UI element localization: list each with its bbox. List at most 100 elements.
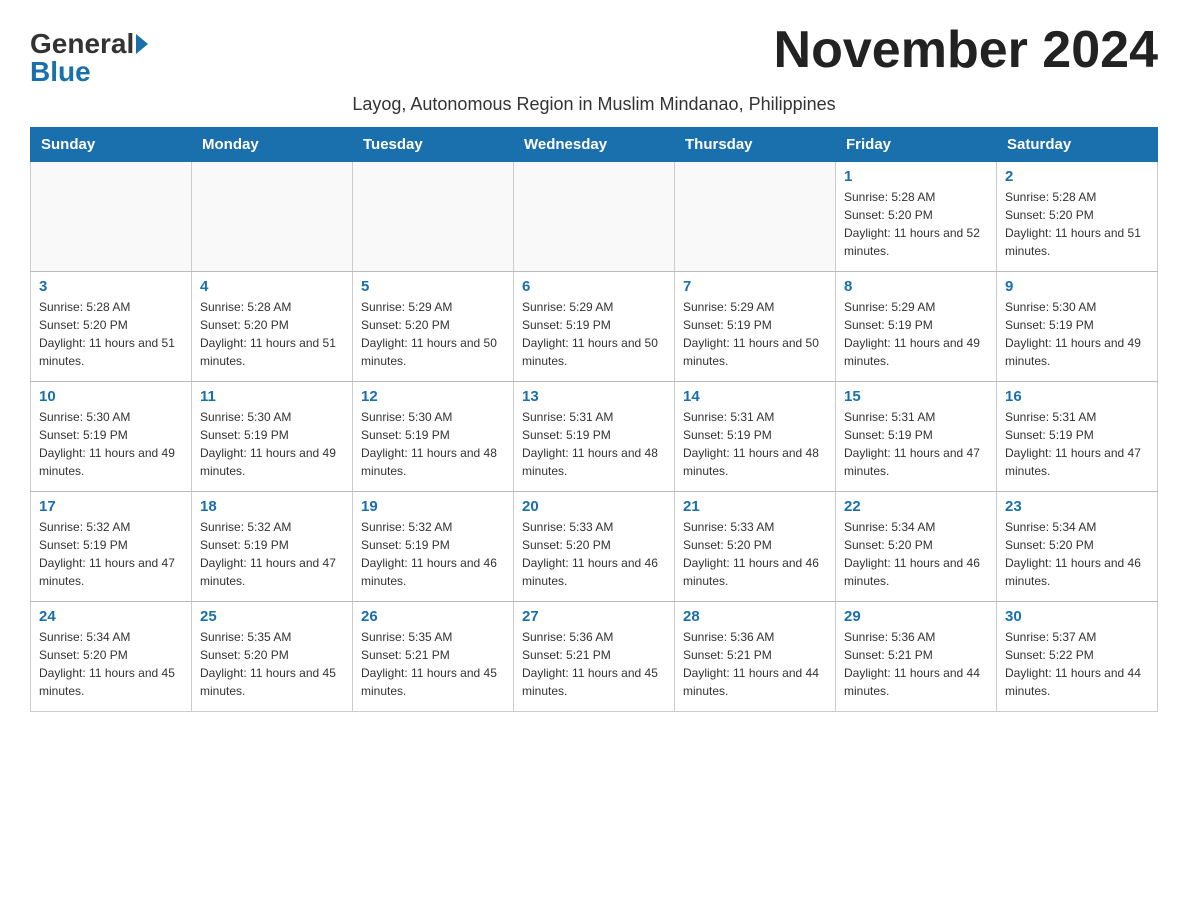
day-info: Sunrise: 5:37 AMSunset: 5:22 PMDaylight:…	[1005, 628, 1149, 700]
day-number: 28	[683, 608, 827, 625]
day-info: Sunrise: 5:34 AMSunset: 5:20 PMDaylight:…	[39, 628, 183, 700]
day-info: Sunrise: 5:35 AMSunset: 5:21 PMDaylight:…	[361, 628, 505, 700]
calendar-cell: 22 Sunrise: 5:34 AMSunset: 5:20 PMDayligh…	[836, 492, 997, 602]
day-info: Sunrise: 5:29 AMSunset: 5:19 PMDaylight:…	[683, 298, 827, 370]
calendar-cell	[514, 162, 675, 272]
day-number: 1	[844, 168, 988, 185]
day-info: Sunrise: 5:28 AMSunset: 5:20 PMDaylight:…	[200, 298, 344, 370]
calendar-cell: 17 Sunrise: 5:32 AMSunset: 5:19 PMDayligh…	[31, 492, 192, 602]
day-info: Sunrise: 5:30 AMSunset: 5:19 PMDaylight:…	[1005, 298, 1149, 370]
calendar-cell: 28 Sunrise: 5:36 AMSunset: 5:21 PMDayligh…	[675, 602, 836, 712]
page-header: General Blue November 2024	[30, 20, 1158, 86]
calendar-cell: 15 Sunrise: 5:31 AMSunset: 5:19 PMDayligh…	[836, 382, 997, 492]
day-number: 11	[200, 388, 344, 405]
calendar-cell: 20 Sunrise: 5:33 AMSunset: 5:20 PMDayligh…	[514, 492, 675, 602]
day-info: Sunrise: 5:32 AMSunset: 5:19 PMDaylight:…	[200, 518, 344, 590]
day-info: Sunrise: 5:36 AMSunset: 5:21 PMDaylight:…	[844, 628, 988, 700]
weekday-header-wednesday: Wednesday	[514, 128, 675, 162]
calendar-cell: 24 Sunrise: 5:34 AMSunset: 5:20 PMDayligh…	[31, 602, 192, 712]
calendar-cell: 25 Sunrise: 5:35 AMSunset: 5:20 PMDayligh…	[192, 602, 353, 712]
day-number: 30	[1005, 608, 1149, 625]
day-info: Sunrise: 5:30 AMSunset: 5:19 PMDaylight:…	[361, 408, 505, 480]
weekday-header-thursday: Thursday	[675, 128, 836, 162]
calendar-week-row: 3 Sunrise: 5:28 AMSunset: 5:20 PMDaylight…	[31, 272, 1158, 382]
day-info: Sunrise: 5:32 AMSunset: 5:19 PMDaylight:…	[361, 518, 505, 590]
calendar-table: SundayMondayTuesdayWednesdayThursdayFrid…	[30, 127, 1158, 712]
day-number: 3	[39, 278, 183, 295]
day-number: 10	[39, 388, 183, 405]
day-number: 9	[1005, 278, 1149, 295]
day-number: 16	[1005, 388, 1149, 405]
calendar-cell: 14 Sunrise: 5:31 AMSunset: 5:19 PMDayligh…	[675, 382, 836, 492]
month-title: November 2024	[774, 20, 1158, 80]
day-info: Sunrise: 5:32 AMSunset: 5:19 PMDaylight:…	[39, 518, 183, 590]
day-number: 22	[844, 498, 988, 515]
calendar-cell: 13 Sunrise: 5:31 AMSunset: 5:19 PMDayligh…	[514, 382, 675, 492]
calendar-week-row: 24 Sunrise: 5:34 AMSunset: 5:20 PMDayligh…	[31, 602, 1158, 712]
day-number: 4	[200, 278, 344, 295]
calendar-cell: 7Sunrise: 5:29 AMSunset: 5:19 PMDaylight…	[675, 272, 836, 382]
calendar-cell: 23Sunrise: 5:34 AMSunset: 5:20 PMDayligh…	[997, 492, 1158, 602]
day-info: Sunrise: 5:29 AMSunset: 5:19 PMDaylight:…	[522, 298, 666, 370]
calendar-cell: 4 Sunrise: 5:28 AMSunset: 5:20 PMDaylight…	[192, 272, 353, 382]
weekday-header-monday: Monday	[192, 128, 353, 162]
calendar-cell	[675, 162, 836, 272]
day-number: 18	[200, 498, 344, 515]
logo-general: General	[30, 30, 134, 58]
calendar-cell: 1 Sunrise: 5:28 AMSunset: 5:20 PMDaylight…	[836, 162, 997, 272]
day-number: 13	[522, 388, 666, 405]
calendar-cell: 19Sunrise: 5:32 AMSunset: 5:19 PMDayligh…	[353, 492, 514, 602]
day-number: 17	[39, 498, 183, 515]
calendar-cell: 29Sunrise: 5:36 AMSunset: 5:21 PMDayligh…	[836, 602, 997, 712]
day-number: 25	[200, 608, 344, 625]
day-info: Sunrise: 5:34 AMSunset: 5:20 PMDaylight:…	[844, 518, 988, 590]
calendar-cell: 26Sunrise: 5:35 AMSunset: 5:21 PMDayligh…	[353, 602, 514, 712]
day-info: Sunrise: 5:28 AMSunset: 5:20 PMDaylight:…	[1005, 188, 1149, 260]
calendar-cell: 3 Sunrise: 5:28 AMSunset: 5:20 PMDaylight…	[31, 272, 192, 382]
day-number: 20	[522, 498, 666, 515]
logo-blue: Blue	[30, 58, 91, 86]
calendar-cell: 10 Sunrise: 5:30 AMSunset: 5:19 PMDayligh…	[31, 382, 192, 492]
calendar-cell: 6 Sunrise: 5:29 AMSunset: 5:19 PMDaylight…	[514, 272, 675, 382]
day-number: 21	[683, 498, 827, 515]
calendar-cell: 27Sunrise: 5:36 AMSunset: 5:21 PMDayligh…	[514, 602, 675, 712]
weekday-header-sunday: Sunday	[31, 128, 192, 162]
day-number: 12	[361, 388, 505, 405]
calendar-cell: 2 Sunrise: 5:28 AMSunset: 5:20 PMDaylight…	[997, 162, 1158, 272]
logo-arrow-icon	[136, 34, 148, 54]
day-info: Sunrise: 5:31 AMSunset: 5:19 PMDaylight:…	[1005, 408, 1149, 480]
day-number: 8	[844, 278, 988, 295]
day-info: Sunrise: 5:36 AMSunset: 5:21 PMDaylight:…	[683, 628, 827, 700]
day-number: 2	[1005, 168, 1149, 185]
day-info: Sunrise: 5:31 AMSunset: 5:19 PMDaylight:…	[522, 408, 666, 480]
weekday-header-saturday: Saturday	[997, 128, 1158, 162]
calendar-cell: 30 Sunrise: 5:37 AMSunset: 5:22 PMDayligh…	[997, 602, 1158, 712]
day-info: Sunrise: 5:30 AMSunset: 5:19 PMDaylight:…	[39, 408, 183, 480]
day-number: 14	[683, 388, 827, 405]
calendar-cell: 11 Sunrise: 5:30 AMSunset: 5:19 PMDayligh…	[192, 382, 353, 492]
calendar-cell: 16 Sunrise: 5:31 AMSunset: 5:19 PMDayligh…	[997, 382, 1158, 492]
calendar-cell	[31, 162, 192, 272]
calendar-cell	[192, 162, 353, 272]
logo: General Blue	[30, 30, 148, 86]
day-info: Sunrise: 5:31 AMSunset: 5:19 PMDaylight:…	[683, 408, 827, 480]
day-info: Sunrise: 5:28 AMSunset: 5:20 PMDaylight:…	[39, 298, 183, 370]
day-info: Sunrise: 5:35 AMSunset: 5:20 PMDaylight:…	[200, 628, 344, 700]
day-number: 15	[844, 388, 988, 405]
calendar-week-row: 1 Sunrise: 5:28 AMSunset: 5:20 PMDaylight…	[31, 162, 1158, 272]
day-number: 6	[522, 278, 666, 295]
day-info: Sunrise: 5:33 AMSunset: 5:20 PMDaylight:…	[522, 518, 666, 590]
weekday-header-row: SundayMondayTuesdayWednesdayThursdayFrid…	[31, 128, 1158, 162]
subtitle: Layog, Autonomous Region in Muslim Minda…	[30, 94, 1158, 115]
day-info: Sunrise: 5:30 AMSunset: 5:19 PMDaylight:…	[200, 408, 344, 480]
day-info: Sunrise: 5:34 AMSunset: 5:20 PMDaylight:…	[1005, 518, 1149, 590]
day-info: Sunrise: 5:28 AMSunset: 5:20 PMDaylight:…	[844, 188, 988, 260]
weekday-header-friday: Friday	[836, 128, 997, 162]
day-info: Sunrise: 5:36 AMSunset: 5:21 PMDaylight:…	[522, 628, 666, 700]
day-info: Sunrise: 5:33 AMSunset: 5:20 PMDaylight:…	[683, 518, 827, 590]
day-number: 24	[39, 608, 183, 625]
day-info: Sunrise: 5:31 AMSunset: 5:19 PMDaylight:…	[844, 408, 988, 480]
calendar-cell: 12 Sunrise: 5:30 AMSunset: 5:19 PMDayligh…	[353, 382, 514, 492]
day-info: Sunrise: 5:29 AMSunset: 5:20 PMDaylight:…	[361, 298, 505, 370]
calendar-cell: 21 Sunrise: 5:33 AMSunset: 5:20 PMDayligh…	[675, 492, 836, 602]
